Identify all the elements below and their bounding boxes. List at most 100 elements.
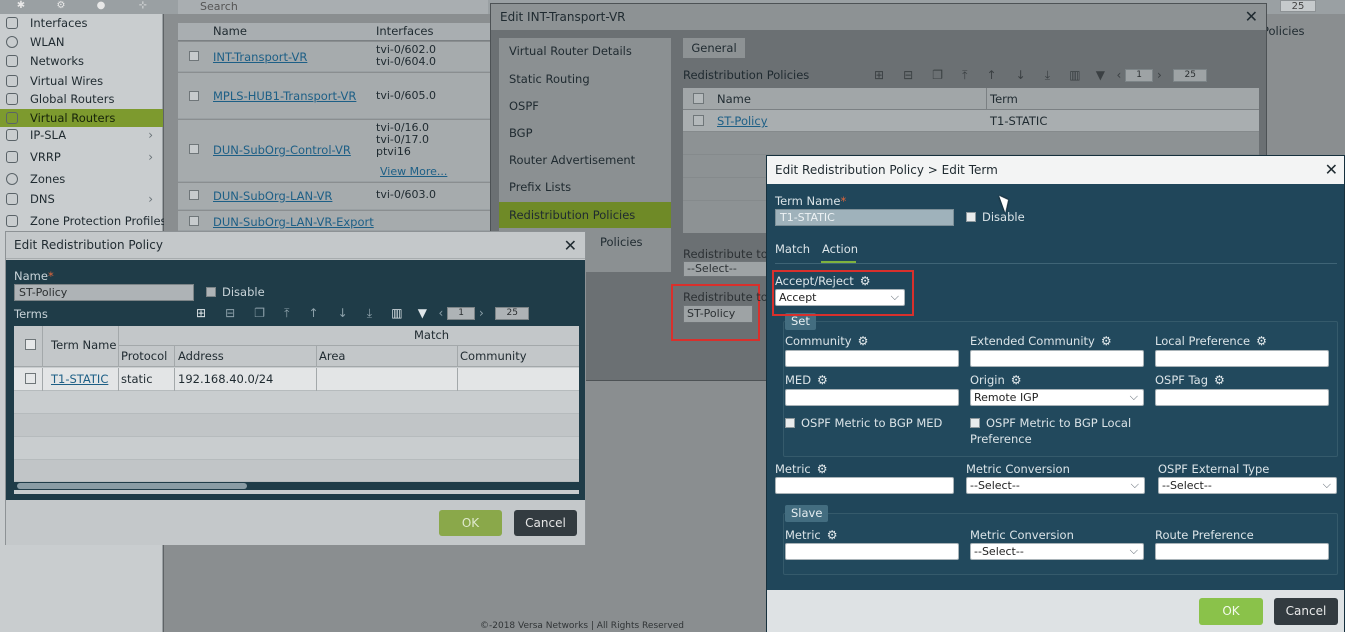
chevron-right-icon[interactable]: ›: [148, 126, 153, 144]
tab-general[interactable]: General: [683, 38, 745, 58]
chevron-right-icon[interactable]: ›: [148, 190, 153, 208]
copy-icon[interactable]: ❐: [254, 306, 265, 320]
metric-input[interactable]: [775, 477, 954, 494]
copy-icon[interactable]: ❐: [932, 68, 943, 82]
next-page-icon[interactable]: ›: [479, 306, 484, 320]
disable-checkbox[interactable]: [966, 212, 976, 222]
row-checkbox[interactable]: [189, 91, 199, 101]
close-icon[interactable]: ✕: [564, 232, 577, 259]
metric-conversion-select[interactable]: --Select-- ⌵: [966, 477, 1145, 494]
sidebar-item-wlan[interactable]: WLAN: [0, 33, 163, 51]
move-top-icon[interactable]: ⤒: [962, 68, 967, 83]
page-size-box[interactable]: 25: [1280, 0, 1316, 12]
close-icon[interactable]: ✕: [1245, 4, 1258, 30]
slave-metric-conversion-select[interactable]: --Select-- ⌵: [970, 543, 1144, 560]
ok-button[interactable]: OK: [439, 510, 502, 536]
sidebar-item-interfaces[interactable]: Interfaces: [0, 14, 163, 32]
local-preference-input[interactable]: [1155, 350, 1329, 367]
search-input[interactable]: Search: [178, 0, 488, 14]
remove-icon[interactable]: ⊟: [903, 68, 913, 82]
view-more-link[interactable]: View More...: [380, 165, 447, 178]
move-up-icon[interactable]: ↑: [987, 68, 997, 82]
row-checkbox[interactable]: [189, 144, 199, 154]
move-top-icon[interactable]: ⤒: [284, 306, 289, 321]
move-down-icon[interactable]: ↓: [338, 306, 348, 320]
remove-icon[interactable]: ⊟: [225, 306, 235, 320]
vr-nav-ospf[interactable]: OSPF: [499, 93, 671, 119]
sidebar-item-dns[interactable]: DNS ›: [0, 190, 163, 208]
select-all-checkbox[interactable]: [25, 339, 36, 350]
vr-link[interactable]: DUN-SubOrg-LAN-VR-Export: [213, 215, 374, 229]
table-row[interactable]: INT-Transport-VR tvi-0/602.0 tvi-0/604.0: [178, 42, 490, 72]
move-down-icon[interactable]: ↓: [1016, 68, 1026, 82]
row-checkbox[interactable]: [25, 373, 36, 384]
sidebar-item-zones[interactable]: Zones: [0, 170, 163, 188]
add-icon[interactable]: ⊞: [196, 306, 206, 320]
add-icon[interactable]: ⊞: [874, 68, 884, 82]
tab-action[interactable]: Action: [822, 242, 858, 256]
info-icon[interactable]: ●: [90, 0, 112, 12]
network-icon[interactable]: ⊹: [132, 0, 154, 12]
vr-nav-bgp[interactable]: BGP: [499, 120, 671, 146]
term-link[interactable]: T1-STATIC: [51, 372, 108, 386]
page-number-box[interactable]: 1: [1125, 69, 1154, 82]
chevron-right-icon[interactable]: ›: [148, 148, 153, 166]
table-row[interactable]: DUN-SubOrg-Control-VR tvi-0/16.0 tvi-0/1…: [178, 120, 490, 182]
vr-nav-redistribution-policies[interactable]: Redistribution Policies: [499, 202, 671, 228]
row-checkbox[interactable]: [693, 115, 704, 126]
sidebar-item-virtual-routers[interactable]: Virtual Routers: [0, 109, 163, 127]
select-all-checkbox[interactable]: [693, 93, 704, 104]
columns-icon[interactable]: ▥: [1069, 68, 1080, 82]
redistribute-to-bgp-select[interactable]: ST-Policy: [683, 305, 753, 323]
policy-name-input[interactable]: ST-Policy: [14, 284, 194, 301]
row-checkbox[interactable]: [189, 51, 199, 61]
columns-icon[interactable]: ▥: [391, 306, 402, 320]
home-icon[interactable]: ✱: [10, 0, 32, 12]
row-checkbox[interactable]: [189, 190, 199, 200]
vr-nav-policies[interactable]: Policies: [584, 229, 671, 255]
ospf-metric-to-bgp-med-checkbox[interactable]: [785, 418, 795, 428]
sidebar-item-global-routers[interactable]: Global Routers: [0, 90, 163, 108]
vr-nav-static-routing[interactable]: Static Routing: [499, 66, 671, 92]
next-page-icon[interactable]: ›: [1157, 68, 1162, 82]
med-input[interactable]: [785, 389, 959, 406]
table-row[interactable]: MPLS-HUB1-Transport-VR tvi-0/605.0: [178, 73, 490, 119]
table-row[interactable]: ST-Policy T1-STATIC: [683, 110, 1259, 132]
settings-icon[interactable]: ⚙: [50, 0, 72, 12]
redistribute-to-ospf-select[interactable]: --Select--: [683, 261, 773, 277]
prev-page-icon[interactable]: ‹: [438, 306, 443, 320]
extended-community-input[interactable]: [970, 350, 1144, 367]
table-row[interactable]: T1-STATIC static 192.168.40.0/24: [14, 368, 579, 391]
sidebar-item-vrrp[interactable]: VRRP ›: [0, 148, 163, 166]
ospf-tag-input[interactable]: [1155, 389, 1329, 406]
ospf-external-type-select[interactable]: --Select-- ⌵: [1158, 477, 1337, 494]
vr-link[interactable]: DUN-SubOrg-LAN-VR: [213, 189, 332, 203]
move-bottom-icon[interactable]: ⤓: [367, 306, 372, 321]
prev-page-icon[interactable]: ‹: [1116, 68, 1121, 82]
vr-link[interactable]: MPLS-HUB1-Transport-VR: [213, 89, 356, 103]
ospf-metric-to-bgp-local-pref-checkbox[interactable]: [970, 418, 980, 428]
accept-reject-select[interactable]: Accept ⌵: [775, 289, 905, 306]
table-row[interactable]: DUN-SubOrg-LAN-VR-Export: [178, 211, 490, 231]
term-name-input[interactable]: T1-STATIC: [775, 209, 954, 226]
vr-nav-prefix-lists[interactable]: Prefix Lists: [499, 174, 671, 200]
page-number-box[interactable]: 1: [447, 307, 476, 320]
vr-link[interactable]: INT-Transport-VR: [213, 50, 307, 64]
slave-metric-input[interactable]: [785, 543, 959, 560]
ok-button[interactable]: OK: [1199, 598, 1263, 625]
row-checkbox[interactable]: [189, 216, 199, 226]
page-size-box[interactable]: 25: [495, 307, 530, 320]
sidebar-item-ip-sla[interactable]: IP-SLA ›: [0, 126, 163, 144]
sidebar-item-virtual-wires[interactable]: Virtual Wires: [0, 72, 163, 90]
disable-checkbox[interactable]: [206, 287, 216, 297]
filter-icon[interactable]: ▼: [418, 306, 427, 320]
origin-select[interactable]: Remote IGP ⌵: [970, 389, 1144, 406]
route-preference-input[interactable]: [1155, 543, 1329, 560]
cancel-button[interactable]: Cancel: [514, 510, 577, 536]
vr-nav-virtual-router-details[interactable]: Virtual Router Details: [499, 38, 671, 64]
sidebar-item-zone-protection-profiles[interactable]: Zone Protection Profiles: [0, 212, 167, 230]
community-input[interactable]: [785, 350, 959, 367]
sidebar-item-networks[interactable]: Networks: [0, 52, 163, 70]
move-up-icon[interactable]: ↑: [309, 306, 319, 320]
table-row[interactable]: DUN-SubOrg-LAN-VR tvi-0/603.0: [178, 183, 490, 210]
